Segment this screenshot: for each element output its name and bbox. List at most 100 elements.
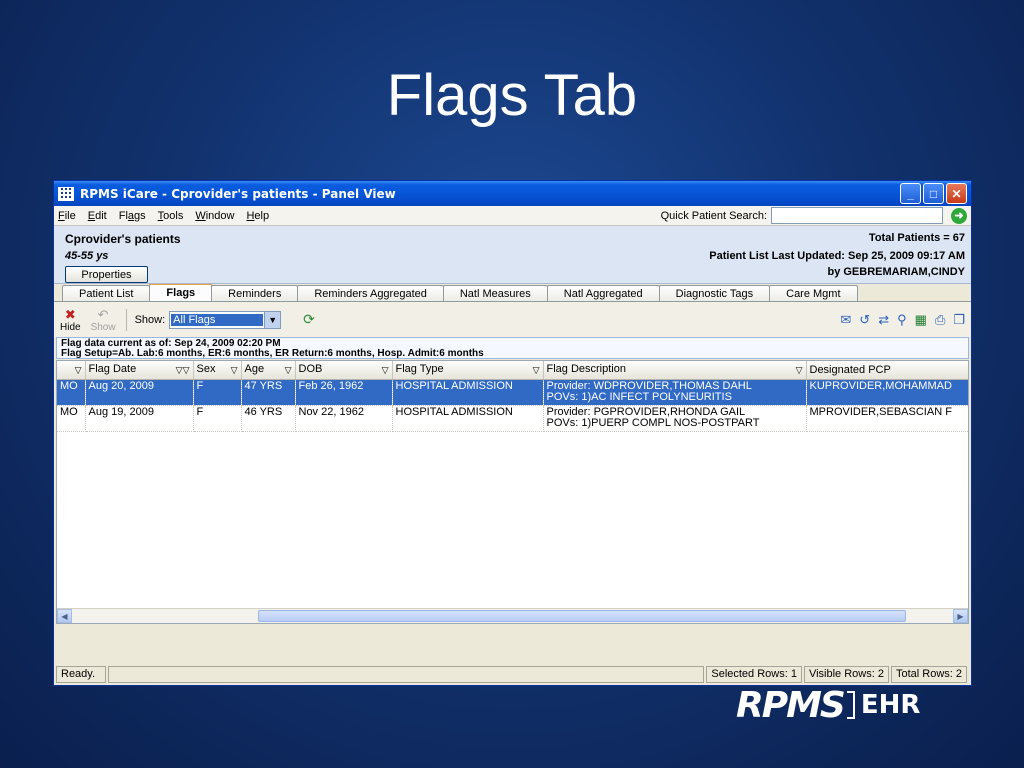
show-button-label: Show xyxy=(90,321,116,333)
logo-bracket xyxy=(846,691,855,719)
filter-icon[interactable]: ▽ xyxy=(382,365,389,376)
email-icon[interactable]: ✉ xyxy=(840,312,851,328)
filter-icon[interactable]: ▽ xyxy=(533,365,540,376)
scroll-thumb[interactable] xyxy=(258,610,906,622)
filter-icon[interactable]: ▽ xyxy=(231,365,238,376)
scroll-right-icon[interactable]: ▶ xyxy=(953,609,968,623)
col-header-sex[interactable]: Sex ▽ xyxy=(193,361,242,380)
window-titlebar[interactable]: RPMS iCare - Cprovider's patients - Pane… xyxy=(54,181,971,206)
cell-flag-type: HOSPITAL ADMISSION xyxy=(392,379,544,406)
table-row[interactable]: MO Aug 19, 2009 F 46 YRS Nov 22, 1962 HO… xyxy=(57,405,968,432)
slide-title: Flags Tab xyxy=(386,63,638,128)
menu-help[interactable]: Help xyxy=(246,210,269,222)
filter-icon[interactable]: ▽ xyxy=(285,365,292,376)
cell-designated-pcp: MPROVIDER,SEBASCIAN F xyxy=(806,405,968,432)
table-row[interactable]: MO Aug 20, 2009 F 47 YRS Feb 26, 1962 HO… xyxy=(57,379,968,406)
menu-flags[interactable]: Flags xyxy=(119,210,146,222)
panel-name: Cprovider's patients xyxy=(65,232,181,246)
flags-grid: ▽ Flag Date ▽▽ Sex ▽ Age ▽ DOB ▽ Flag Type ▽ … xyxy=(56,360,969,624)
menu-edit[interactable]: Edit xyxy=(88,210,107,222)
tab-patient-list[interactable]: Patient List xyxy=(62,285,151,301)
logo-rpms: RPMS xyxy=(736,684,846,726)
cell-dob: Nov 22, 1962 xyxy=(295,405,393,432)
panel-header: Cprovider's patients 45-55 ys Properties… xyxy=(54,226,971,284)
scroll-left-icon[interactable]: ◀ xyxy=(57,609,72,623)
col-header-flag-type[interactable]: Flag Type ▽ xyxy=(392,361,544,380)
cell-sex: F xyxy=(193,379,242,406)
filter-icon[interactable]: ▽ xyxy=(796,365,803,376)
go-arrow-icon[interactable]: ➜ xyxy=(951,207,967,224)
tab-reminders[interactable]: Reminders xyxy=(211,285,299,301)
quick-search: Quick Patient Search: ➜ xyxy=(661,207,967,224)
cell-marker: MO xyxy=(57,405,86,432)
quick-search-label: Quick Patient Search: xyxy=(660,209,767,222)
col-header-age[interactable]: Age ▽ xyxy=(241,361,296,380)
horizontal-scrollbar[interactable]: ◀ ▶ xyxy=(57,608,968,623)
status-spacer xyxy=(108,666,705,683)
hide-button[interactable]: ✖ Hide xyxy=(60,307,81,333)
menu-window[interactable]: Window xyxy=(195,210,234,222)
cell-flag-description: Provider: PGPROVIDER,RHONDA GAIL POVs: 1)… xyxy=(543,405,807,432)
total-patients: Total Patients = 67 xyxy=(868,232,965,244)
minimize-button[interactable]: _ xyxy=(900,183,921,204)
status-bar: Ready. Selected Rows: 1 Visible Rows: 2 … xyxy=(56,666,969,683)
filter-icon[interactable]: ▽▽ xyxy=(176,365,190,376)
print-icon[interactable]: ⎙ xyxy=(935,312,945,328)
cell-age: 47 YRS xyxy=(241,379,296,406)
copy-icon[interactable]: ❐ xyxy=(953,312,965,328)
cell-flag-date: Aug 19, 2009 xyxy=(85,405,194,432)
hide-label: Hide xyxy=(60,321,81,333)
excel-export-icon[interactable]: ▦ xyxy=(915,312,927,328)
status-ready: Ready. xyxy=(56,666,106,683)
cell-flag-description: Provider: WDPROVIDER,THOMAS DAHL POVs: 1)… xyxy=(543,379,807,406)
tab-natl-aggregated[interactable]: Natl Aggregated xyxy=(546,285,660,301)
col-header-filter[interactable]: ▽ xyxy=(57,361,86,380)
col-header-flag-description[interactable]: Flag Description ▽ xyxy=(543,361,807,380)
logo-ehr: EHR xyxy=(860,690,921,720)
flag-setup: Flag Setup=Ab. Lab:6 months, ER:6 months… xyxy=(61,348,484,359)
status-visible-rows: Visible Rows: 2 xyxy=(803,666,889,683)
find-binoculars-icon[interactable]: ⚲ xyxy=(897,312,907,328)
tab-flags[interactable]: Flags xyxy=(149,283,213,301)
tab-natl-measures[interactable]: Natl Measures xyxy=(442,285,548,301)
maximize-button[interactable]: □ xyxy=(923,183,944,204)
properties-button[interactable]: Properties xyxy=(65,266,148,283)
cell-flag-type: HOSPITAL ADMISSION xyxy=(392,405,544,432)
col-header-flag-date[interactable]: Flag Date ▽▽ xyxy=(85,361,194,380)
cell-dob: Feb 26, 1962 xyxy=(295,379,393,406)
tab-strip: Patient List Flags Reminders Reminders A… xyxy=(54,283,971,302)
undo-arrow-icon: ↶ xyxy=(97,306,109,322)
col-header-designated-pcp[interactable]: Designated PCP xyxy=(806,361,968,380)
window-title: RPMS iCare - Cprovider's patients - Pane… xyxy=(80,186,396,201)
show-filter-select[interactable]: All Flags ▼ xyxy=(169,310,282,329)
updated-by: by GEBREMARIAM,CINDY xyxy=(827,266,965,278)
filter-icon[interactable]: ▽ xyxy=(75,365,82,376)
hide-icon: ✖ xyxy=(64,306,76,322)
status-selected-rows: Selected Rows: 1 xyxy=(706,666,802,683)
refresh-icon[interactable]: ⇄ xyxy=(878,312,889,328)
cell-designated-pcp: KUPROVIDER,MOHAMMAD xyxy=(806,379,968,406)
menu-tools[interactable]: Tools xyxy=(158,210,184,222)
undo-icon[interactable]: ↺ xyxy=(859,312,870,328)
quick-search-input[interactable] xyxy=(771,207,943,224)
icare-window: RPMS iCare - Cprovider's patients - Pane… xyxy=(53,180,972,686)
tab-care-mgmt[interactable]: Care Mgmt xyxy=(769,285,858,301)
col-header-dob[interactable]: DOB ▽ xyxy=(295,361,393,380)
close-button[interactable]: ✕ xyxy=(946,183,967,204)
refresh-flags-icon[interactable]: ⟳ xyxy=(303,311,315,328)
show-filter-value: All Flags xyxy=(171,313,264,326)
right-toolbar: ✉ ↺ ⇄ ⚲ ▦ ⎙ ❐ xyxy=(840,312,965,328)
show-button[interactable]: ↶ Show xyxy=(91,307,116,333)
cell-age: 46 YRS xyxy=(241,405,296,432)
toolbar: ✖ Hide ↶ Show Show: All Flags ▼ ⟳ ✉ ↺ ⇄ … xyxy=(54,302,971,337)
app-grid-icon xyxy=(58,186,74,201)
grid-header-row: ▽ Flag Date ▽▽ Sex ▽ Age ▽ DOB ▽ Flag Type ▽ … xyxy=(57,361,968,380)
show-label: Show: xyxy=(134,313,166,326)
tab-reminders-aggregated[interactable]: Reminders Aggregated xyxy=(297,285,444,301)
menu-bar: File Edit Flags Tools Window Help Quick … xyxy=(54,206,971,226)
toolbar-separator xyxy=(125,308,127,331)
dropdown-arrow-icon[interactable]: ▼ xyxy=(264,311,281,328)
panel-age-range: 45-55 ys xyxy=(65,250,109,262)
menu-file[interactable]: File xyxy=(58,210,76,222)
tab-diagnostic-tags[interactable]: Diagnostic Tags xyxy=(658,285,771,301)
